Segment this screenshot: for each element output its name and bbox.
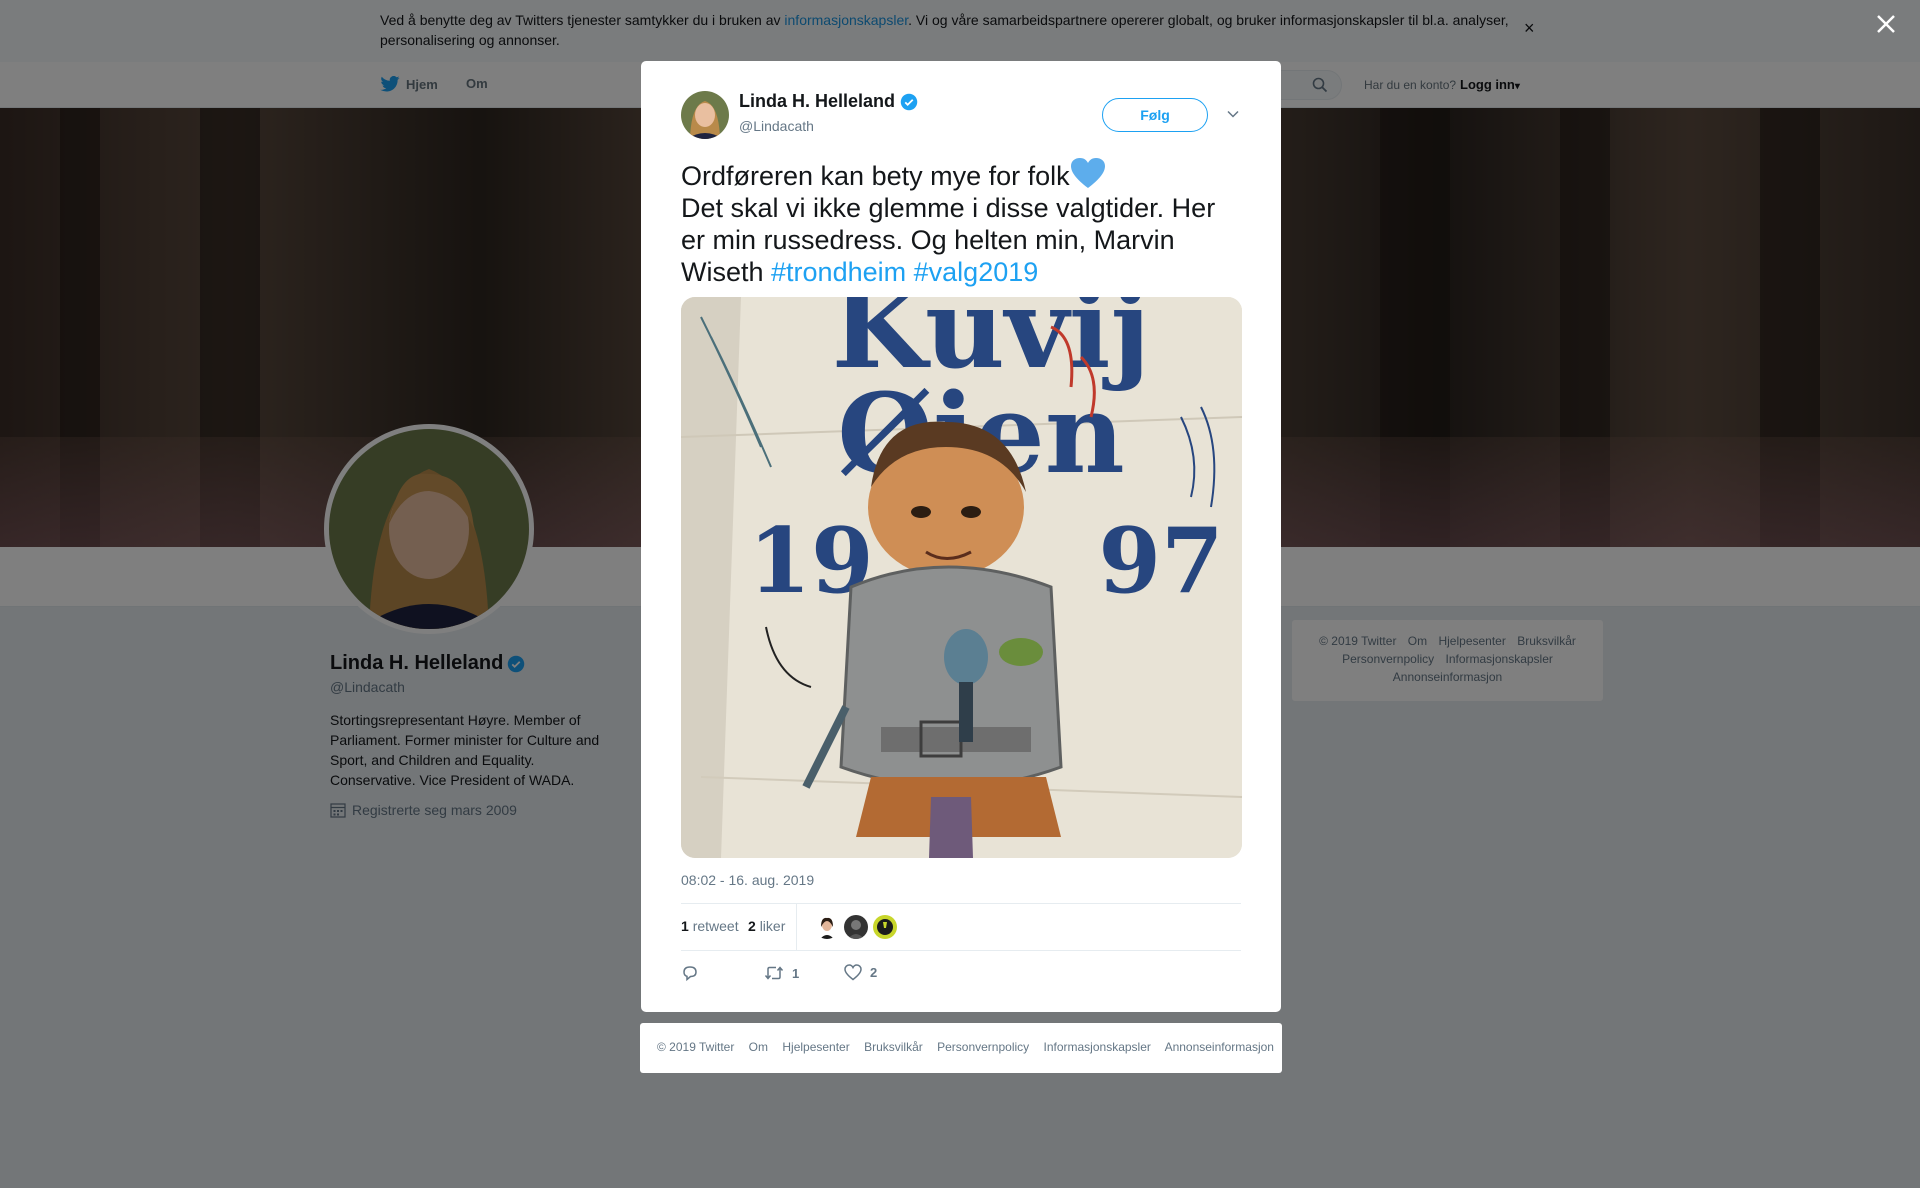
liker-avatar[interactable] (844, 915, 868, 939)
footer-link[interactable]: © 2019 Twitter (657, 1040, 734, 1054)
footer-link[interactable]: Om (749, 1040, 768, 1054)
avatar-image (844, 915, 868, 939)
hashtag-link[interactable]: #trondheim (771, 257, 906, 287)
tweet-modal: Linda H. Helleland @Lindacath Følg Ordfø… (641, 61, 1281, 1012)
footer-link[interactable]: Hjelpesenter (782, 1040, 849, 1054)
stats-divider (796, 904, 797, 950)
modal-footer-links: © 2019 Twitter Om Hjelpesenter Bruksvilk… (657, 1040, 1285, 1054)
tweet-timestamp[interactable]: 08:02 - 16. aug. 2019 (681, 872, 814, 888)
tweet-actions: 1 2 (681, 964, 1241, 994)
tweet-image[interactable]: Kuvij Øien 19 97 (681, 297, 1242, 858)
heart-icon (844, 964, 862, 981)
retweets-count: 1 (681, 918, 689, 934)
likes-label: liker (759, 918, 786, 934)
tweet-stats: 1 retweet 2 liker (681, 903, 1241, 951)
avatar-image (681, 91, 729, 139)
retweet-count: 1 (792, 965, 800, 981)
follow-button[interactable]: Følg (1102, 98, 1208, 132)
footer-link[interactable]: Informasjonskapsler (1044, 1040, 1151, 1054)
like-count: 2 (870, 965, 878, 980)
reply-icon (683, 966, 697, 982)
close-icon[interactable] (1872, 10, 1900, 38)
tweet-author-name[interactable]: Linda H. Helleland (739, 91, 918, 112)
likes-count: 2 (748, 918, 756, 934)
tweet-image-illustration: Kuvij Øien 19 97 (681, 297, 1242, 858)
footer-link[interactable]: Bruksvilkår (864, 1040, 923, 1054)
tweet-author-name-text: Linda H. Helleland (739, 91, 896, 111)
retweets-stat[interactable]: 1 retweet (681, 918, 739, 934)
reply-button[interactable] (681, 964, 699, 982)
hashtag-link[interactable]: #valg2019 (914, 257, 1039, 287)
likes-stat[interactable]: 2 liker (748, 918, 785, 934)
like-button[interactable]: 2 (844, 964, 877, 981)
footer-link[interactable]: Personvernpolicy (937, 1040, 1029, 1054)
footer-link[interactable]: Annonseinformasjon (1165, 1040, 1274, 1054)
modal-footer: © 2019 Twitter Om Hjelpesenter Bruksvilk… (640, 1023, 1282, 1073)
tweet-author-handle[interactable]: @Lindacath (739, 118, 814, 134)
retweets-label: retweet (692, 918, 739, 934)
liker-avatar[interactable] (873, 915, 897, 939)
avatar-image (873, 915, 897, 939)
verified-badge-icon (900, 93, 918, 110)
blue-heart-emoji (1070, 158, 1105, 188)
tweet-author-avatar[interactable] (681, 91, 729, 139)
retweet-button[interactable]: 1 (764, 964, 799, 982)
tweet-text-line1: Ordføreren kan bety mye for folk (681, 161, 1070, 191)
retweet-icon (764, 966, 784, 980)
chevron-down-icon[interactable] (1226, 107, 1240, 121)
avatar-image (815, 915, 839, 939)
image-year-right: 97 (1098, 508, 1223, 614)
liker-avatar[interactable] (815, 915, 839, 939)
tweet-text: Ordføreren kan bety mye for folk Det ska… (681, 157, 1241, 288)
